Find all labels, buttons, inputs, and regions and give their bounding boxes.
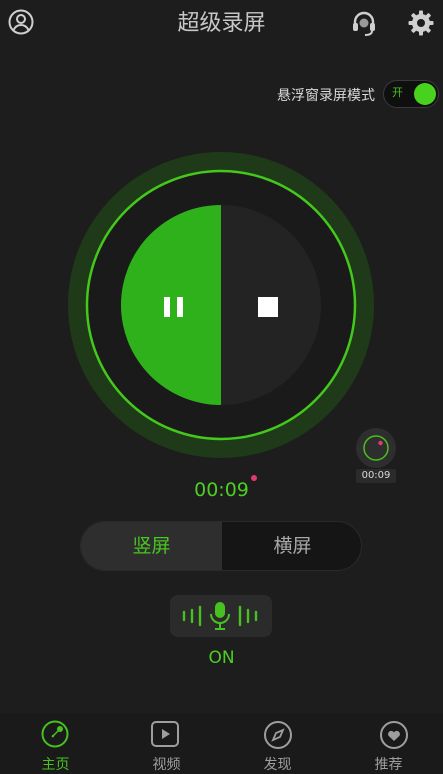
gear-icon[interactable] xyxy=(407,9,435,37)
toggle-on-text: 开 xyxy=(392,86,403,99)
record-timer: 00:09 xyxy=(194,479,249,501)
microphone-icon xyxy=(181,601,261,631)
nav-label-home: 主页 xyxy=(41,757,70,773)
nav-label-video: 视频 xyxy=(152,757,181,773)
headset-icon[interactable] xyxy=(350,9,378,37)
recording-dot xyxy=(251,475,257,481)
nav-label-recommend: 推荐 xyxy=(374,757,403,773)
heart-icon xyxy=(379,720,409,750)
stop-icon xyxy=(258,297,278,317)
floating-mode-toggle[interactable]: 开 xyxy=(383,80,439,108)
pause-icon xyxy=(164,297,184,317)
play-icon xyxy=(150,720,180,748)
portrait-option[interactable]: 竖屏 xyxy=(81,522,222,570)
compass-icon xyxy=(263,720,293,750)
record-control xyxy=(68,152,374,458)
header: 超级录屏 xyxy=(0,0,443,48)
floating-mode-label: 悬浮窗录屏模式 xyxy=(277,88,375,104)
landscape-option[interactable]: 横屏 xyxy=(222,522,361,570)
floating-widget[interactable] xyxy=(356,428,396,468)
bottom-nav: 主页 视频 发现 推荐 xyxy=(0,713,443,774)
microphone-state: ON xyxy=(208,648,235,668)
orientation-switch: 竖屏 横屏 xyxy=(80,521,362,571)
home-dial-icon xyxy=(41,720,69,748)
toggle-knob xyxy=(414,83,436,105)
nav-label-discover: 发现 xyxy=(263,757,292,773)
microphone-button[interactable] xyxy=(170,595,272,637)
